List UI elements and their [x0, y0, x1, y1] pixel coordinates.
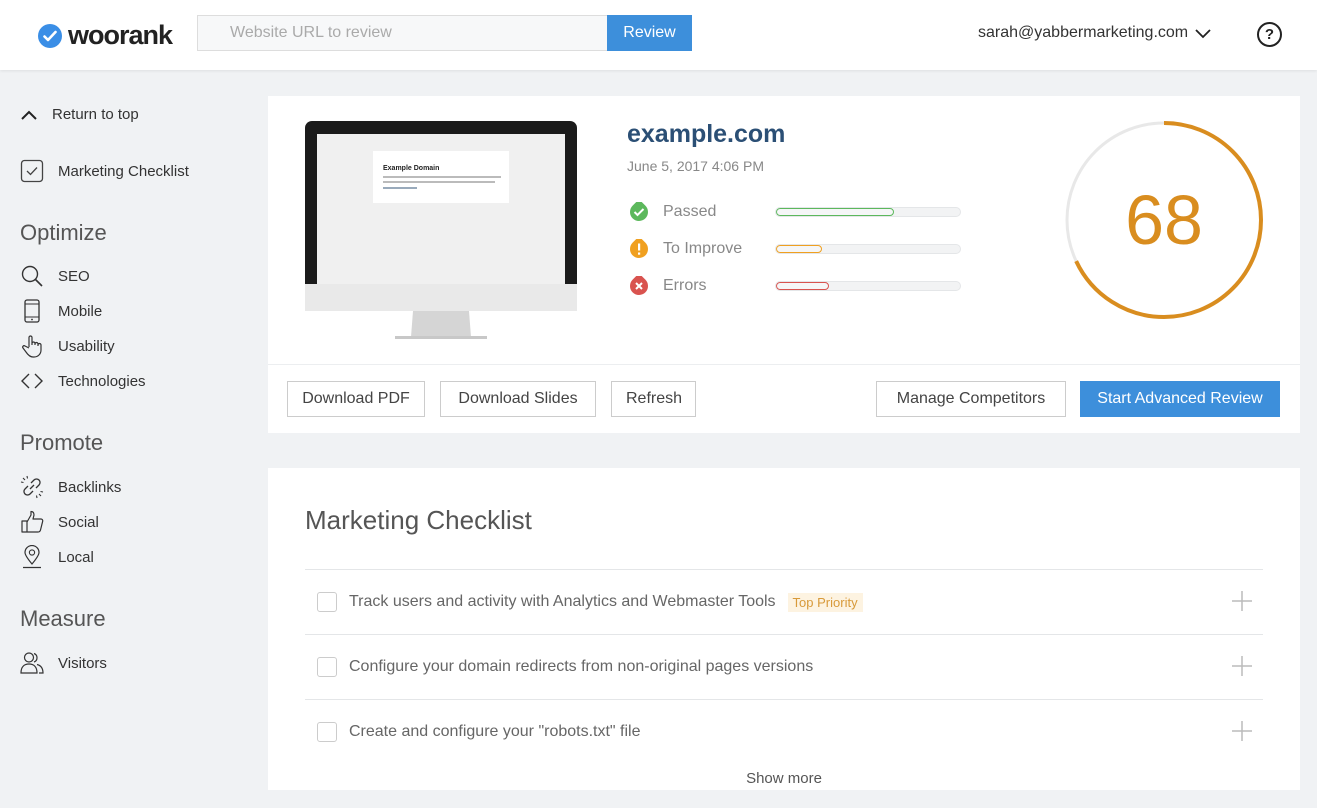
checklist-item[interactable]: Track users and activity with Analytics …	[305, 569, 1263, 634]
stat-errors: Errors	[627, 276, 961, 296]
stat-to-improve: To Improve	[627, 239, 961, 259]
checkbox-checked-icon	[20, 159, 44, 183]
help-icon: ?	[1264, 26, 1275, 43]
search-icon	[20, 264, 44, 288]
checklist-checkbox[interactable]	[317, 592, 337, 612]
report-summary-card: Example Domain example.com June 5, 2017 …	[268, 96, 1300, 433]
checklist-checkbox[interactable]	[317, 657, 337, 677]
checklist-item[interactable]: Configure your domain redirects from non…	[305, 634, 1263, 699]
score-gauge: 68	[1063, 119, 1265, 321]
to-improve-bar	[775, 244, 961, 254]
refresh-button[interactable]: Refresh	[611, 381, 696, 417]
start-advanced-review-button[interactable]: Start Advanced Review	[1080, 381, 1280, 417]
checklist-item[interactable]: Create and configure your "robots.txt" f…	[305, 699, 1263, 764]
chevron-up-icon	[21, 110, 37, 120]
preview-heading: Example Domain	[383, 165, 439, 172]
sidebar-item-usability[interactable]: Usability	[20, 334, 115, 358]
map-pin-icon	[20, 545, 44, 569]
sidebar: Return to top Marketing Checklist Optimi…	[0, 70, 250, 808]
checklist-checkbox[interactable]	[317, 722, 337, 742]
code-icon	[20, 369, 44, 393]
checkmark-logo-icon	[38, 23, 62, 48]
thumbs-up-icon	[20, 510, 44, 534]
sidebar-item-local[interactable]: Local	[20, 545, 94, 569]
pointer-hand-icon	[20, 334, 44, 358]
passed-bar	[775, 207, 961, 217]
sidebar-item-technologies[interactable]: Technologies	[20, 369, 146, 393]
errors-x-icon	[627, 276, 651, 296]
return-to-top-link[interactable]: Return to top	[20, 106, 139, 123]
passed-check-icon	[627, 202, 651, 222]
sidebar-item-mobile[interactable]: Mobile	[20, 299, 102, 323]
download-pdf-button[interactable]: Download PDF	[287, 381, 425, 417]
chevron-down-icon	[1195, 29, 1211, 39]
report-domain[interactable]: example.com	[627, 120, 785, 149]
woorank-logo[interactable]: woorank	[38, 20, 173, 51]
review-button[interactable]: Review	[607, 15, 692, 51]
expand-plus-icon[interactable]	[1231, 655, 1253, 677]
show-more-link[interactable]: Show more	[268, 770, 1300, 787]
manage-competitors-button[interactable]: Manage Competitors	[876, 381, 1066, 417]
checklist-title: Marketing Checklist	[305, 505, 532, 535]
score-value: 68	[1125, 181, 1203, 259]
passed-bar-fill	[776, 208, 894, 216]
expand-plus-icon[interactable]	[1231, 590, 1253, 612]
website-url-input[interactable]	[197, 15, 607, 51]
download-slides-button[interactable]: Download Slides	[440, 381, 596, 417]
link-icon	[20, 475, 44, 499]
sidebar-item-backlinks[interactable]: Backlinks	[20, 475, 121, 499]
report-date: June 5, 2017 4:06 PM	[627, 158, 764, 174]
mobile-icon	[20, 299, 44, 323]
stat-passed: Passed	[627, 202, 961, 222]
sidebar-item-visitors[interactable]: Visitors	[20, 651, 107, 675]
to-improve-warning-icon	[627, 239, 651, 259]
user-menu[interactable]: sarah@yabbermarketing.com	[978, 24, 1212, 42]
help-button[interactable]: ?	[1257, 22, 1282, 47]
sidebar-item-social[interactable]: Social	[20, 510, 99, 534]
section-title-measure: Measure	[20, 606, 106, 631]
user-email: sarah@yabbermarketing.com	[978, 24, 1189, 41]
users-icon	[20, 651, 44, 675]
top-bar: woorank Review sarah@yabbermarketing.com…	[0, 0, 1317, 70]
errors-bar	[775, 281, 961, 291]
expand-plus-icon[interactable]	[1231, 720, 1253, 742]
section-title-optimize: Optimize	[20, 220, 107, 245]
marketing-checklist-card: Marketing Checklist Track users and acti…	[268, 468, 1300, 790]
top-priority-badge: Top Priority	[787, 592, 863, 612]
errors-bar-fill	[776, 282, 830, 290]
card-divider	[268, 364, 1300, 365]
sidebar-item-seo[interactable]: SEO	[20, 264, 90, 288]
to-improve-bar-fill	[776, 245, 822, 253]
sidebar-item-marketing-checklist[interactable]: Marketing Checklist	[20, 159, 189, 183]
website-preview-monitor: Example Domain	[305, 121, 577, 339]
section-title-promote: Promote	[20, 430, 104, 455]
logo-text: woorank	[68, 20, 173, 50]
